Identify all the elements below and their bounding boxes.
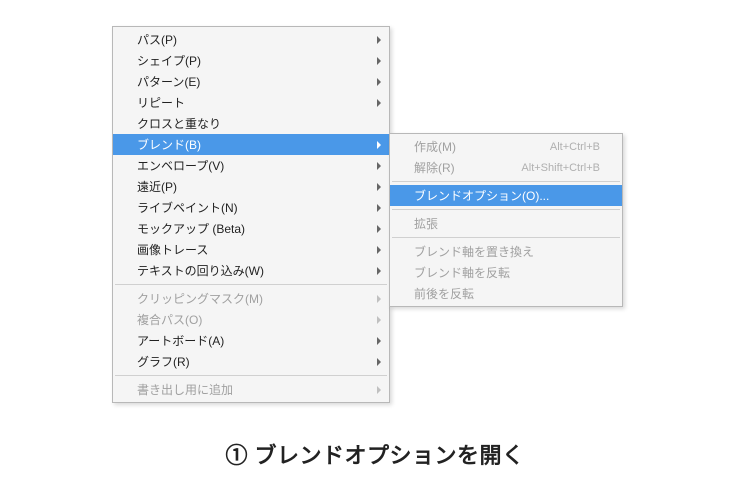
menu-item-label: クロスと重なり [137, 115, 367, 132]
chevron-right-icon [377, 183, 381, 191]
main-menu-item[interactable]: アートボード(A) [113, 330, 389, 351]
caption-step: ① ブレンドオプションを開く [0, 438, 750, 470]
menu-item-label: 前後を反転 [414, 285, 600, 302]
main-menu-item[interactable]: エンベロープ(V) [113, 155, 389, 176]
chevron-right-icon [377, 141, 381, 149]
menu-item-shortcut: Alt+Ctrl+B [550, 141, 600, 153]
main-menu-item: 書き出し用に追加 [113, 379, 389, 400]
menu-item-label: パス(P) [137, 31, 367, 48]
menu-item-label: クリッピングマスク(M) [137, 290, 367, 307]
chevron-right-icon [377, 204, 381, 212]
main-menu-item[interactable]: ブレンド(B) [113, 134, 389, 155]
main-menu-item[interactable]: パターン(E) [113, 71, 389, 92]
sub-menu-item[interactable]: ブレンドオプション(O)... [390, 185, 622, 206]
main-menu-item[interactable]: モックアップ (Beta) [113, 218, 389, 239]
menu-item-label: ブレンド(B) [137, 136, 367, 153]
context-menu-blend: 作成(M)Alt+Ctrl+B解除(R)Alt+Shift+Ctrl+Bブレンド… [389, 133, 623, 307]
menu-item-label: 書き出し用に追加 [137, 381, 367, 398]
menu-item-label: エンベロープ(V) [137, 157, 367, 174]
main-menu-item[interactable]: パス(P) [113, 29, 389, 50]
chevron-right-icon [377, 246, 381, 254]
menu-item-label: モックアップ (Beta) [137, 220, 367, 237]
chevron-right-icon [377, 386, 381, 394]
menu-item-label: グラフ(R) [137, 353, 367, 370]
chevron-right-icon [377, 78, 381, 86]
sub-menu-item: 前後を反転 [390, 283, 622, 304]
chevron-right-icon [377, 36, 381, 44]
sub-menu-item: 解除(R)Alt+Shift+Ctrl+B [390, 157, 622, 178]
main-menu-item[interactable]: 画像トレース [113, 239, 389, 260]
chevron-right-icon [377, 57, 381, 65]
main-menu-divider [115, 375, 387, 376]
menu-item-label: リピート [137, 94, 367, 111]
sub-menu-item: 作成(M)Alt+Ctrl+B [390, 136, 622, 157]
chevron-right-icon [377, 295, 381, 303]
menu-item-label: ブレンド軸を置き換え [414, 243, 600, 260]
main-menu-item[interactable]: グラフ(R) [113, 351, 389, 372]
chevron-right-icon [377, 162, 381, 170]
menu-item-label: アートボード(A) [137, 332, 367, 349]
menu-item-label: シェイプ(P) [137, 52, 367, 69]
sub-menu-item: 拡張 [390, 213, 622, 234]
menu-item-label: 複合パス(O) [137, 311, 367, 328]
menu-item-label: 拡張 [414, 215, 600, 232]
chevron-right-icon [377, 316, 381, 324]
sub-menu-item: ブレンド軸を反転 [390, 262, 622, 283]
sub-menu-divider [392, 209, 620, 210]
sub-menu-item: ブレンド軸を置き換え [390, 241, 622, 262]
chevron-right-icon [377, 225, 381, 233]
main-menu-item[interactable]: リピート [113, 92, 389, 113]
sub-menu-divider [392, 181, 620, 182]
chevron-right-icon [377, 99, 381, 107]
menu-item-shortcut: Alt+Shift+Ctrl+B [521, 162, 600, 174]
chevron-right-icon [377, 267, 381, 275]
menu-item-label: ブレンド軸を反転 [414, 264, 600, 281]
chevron-right-icon [377, 337, 381, 345]
main-menu-item[interactable]: テキストの回り込み(W) [113, 260, 389, 281]
main-menu-item: 複合パス(O) [113, 309, 389, 330]
menu-item-label: 画像トレース [137, 241, 367, 258]
menu-item-label: 遠近(P) [137, 178, 367, 195]
menu-item-label: テキストの回り込み(W) [137, 262, 367, 279]
main-menu-item[interactable]: シェイプ(P) [113, 50, 389, 71]
main-menu-item[interactable]: クロスと重なり [113, 113, 389, 134]
main-menu-divider [115, 284, 387, 285]
menu-item-label: 作成(M) [414, 138, 550, 155]
menu-item-label: ライブペイント(N) [137, 199, 367, 216]
menu-item-label: パターン(E) [137, 73, 367, 90]
menu-item-label: ブレンドオプション(O)... [414, 187, 600, 204]
main-menu-item: クリッピングマスク(M) [113, 288, 389, 309]
chevron-right-icon [377, 358, 381, 366]
context-menu-main: パス(P) シェイプ(P) パターン(E) リピートクロスと重なりブレンド(B) エンベ… [112, 26, 390, 403]
menu-item-label: 解除(R) [414, 159, 521, 176]
sub-menu-divider [392, 237, 620, 238]
main-menu-item[interactable]: ライブペイント(N) [113, 197, 389, 218]
main-menu-item[interactable]: 遠近(P) [113, 176, 389, 197]
